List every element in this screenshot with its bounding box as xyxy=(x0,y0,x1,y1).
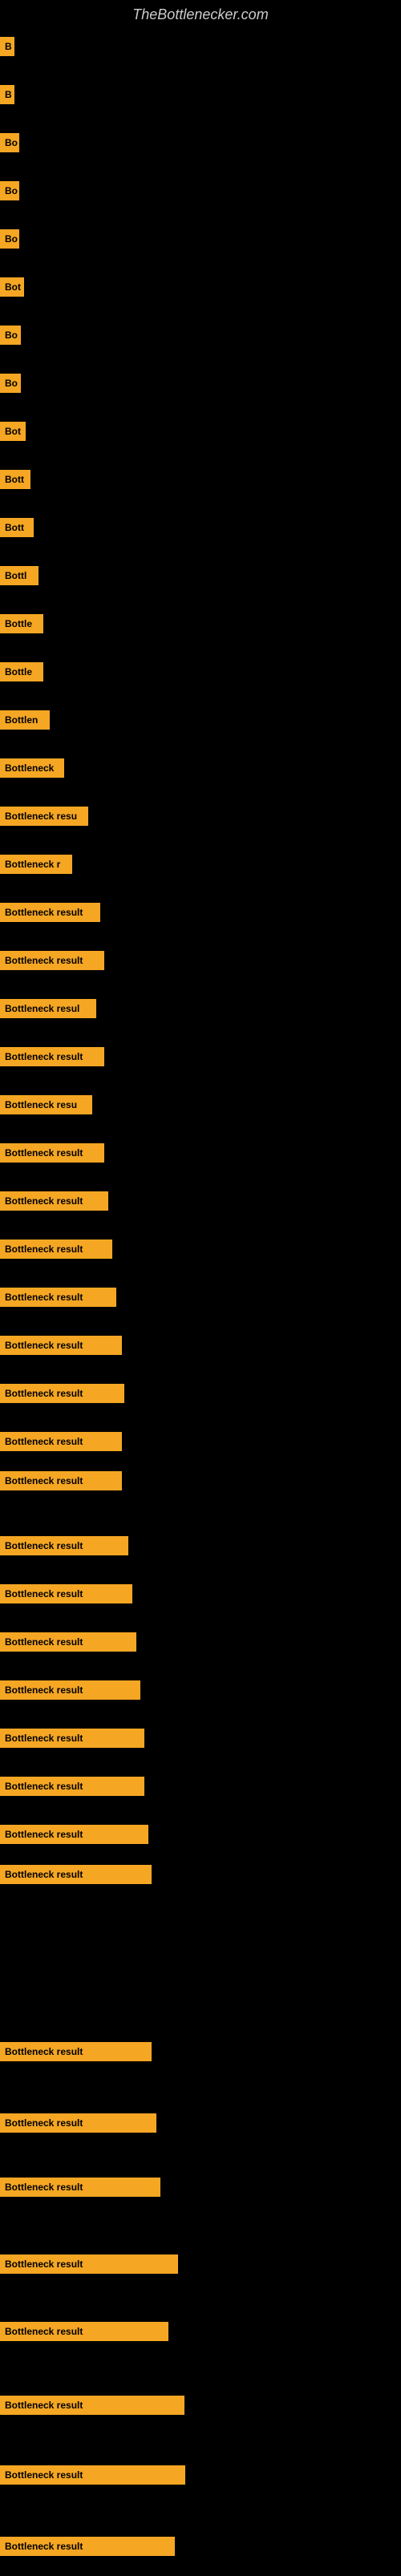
list-item: Bottleneck result xyxy=(0,1285,401,1309)
list-item: Bottlen xyxy=(0,708,401,732)
bottleneck-label: Bottleneck result xyxy=(0,1865,152,1884)
list-item: Bottleneck result xyxy=(0,2534,401,2558)
list-item: Bottleneck r xyxy=(0,852,401,876)
list-item: Bottleneck result xyxy=(0,1862,401,1887)
list-item: B xyxy=(0,34,401,59)
bottleneck-label: Bottleneck xyxy=(0,758,64,778)
list-item: Bottleneck result xyxy=(0,1381,401,1405)
items-container: B B Bo Bo Bo Bot Bo Bo Bot Bott Bott Bottl Bottle Bot… xyxy=(0,26,401,2576)
bottleneck-label: Bottleneck result xyxy=(0,1471,122,1490)
bottleneck-label: Bottleneck result xyxy=(0,1143,104,1163)
bottleneck-label: Bottleneck resu xyxy=(0,807,88,826)
bottleneck-label: Bo xyxy=(0,133,19,152)
list-item: Bottleneck result xyxy=(0,2175,401,2199)
list-item: Bott xyxy=(0,467,401,491)
bottleneck-label: Bottleneck result xyxy=(0,1729,144,1748)
list-item: Bottleneck result xyxy=(0,1333,401,1357)
bottleneck-label: Bottleneck result xyxy=(0,951,104,970)
bottleneck-label: Bottleneck result xyxy=(0,2537,175,2556)
bottleneck-label: Bottleneck result xyxy=(0,1336,122,1355)
bottleneck-label: Bo xyxy=(0,374,21,393)
bottleneck-label: Bottleneck result xyxy=(0,1777,144,1796)
list-item: Bottleneck result xyxy=(0,2252,401,2276)
list-item: B xyxy=(0,83,401,107)
list-item: Bottleneck result xyxy=(0,1678,401,1702)
list-item: Bottleneck result xyxy=(0,1534,401,1558)
list-item: Bottleneck result xyxy=(0,2393,401,2417)
list-item: Bot xyxy=(0,419,401,443)
bottleneck-label: Bottleneck result xyxy=(0,1825,148,1844)
bottleneck-label: Bo xyxy=(0,326,21,345)
bottleneck-label: Bottle xyxy=(0,614,43,633)
bottleneck-label: Bottleneck result xyxy=(0,2396,184,2415)
list-item: Bottleneck result xyxy=(0,1822,401,1846)
list-item: Bottl xyxy=(0,564,401,588)
bottleneck-label: Bottleneck result xyxy=(0,1047,104,1066)
bottleneck-label: Bottleneck r xyxy=(0,855,72,874)
list-item: Bottleneck result xyxy=(0,1469,401,1493)
bottleneck-label: Bottleneck result xyxy=(0,2322,168,2341)
list-item: Bot xyxy=(0,275,401,299)
bottleneck-label: Bott xyxy=(0,470,30,489)
list-item: Bottleneck result xyxy=(0,1582,401,1606)
list-item: Bottleneck result xyxy=(0,2040,401,2064)
bottleneck-label: Bottlen xyxy=(0,710,50,730)
list-item: Bottleneck result xyxy=(0,2319,401,2343)
list-item: Bottleneck result xyxy=(0,1189,401,1213)
bottleneck-label: Bottleneck result xyxy=(0,2042,152,2061)
list-item: Bott xyxy=(0,516,401,540)
list-item: Bottle xyxy=(0,660,401,684)
bottleneck-label: Bottleneck resu xyxy=(0,1095,92,1114)
list-item: Bo xyxy=(0,131,401,155)
list-item: Bottleneck result xyxy=(0,948,401,973)
bottleneck-label: Bot xyxy=(0,422,26,441)
bottleneck-label: Bo xyxy=(0,181,19,200)
list-item: Bottleneck result xyxy=(0,2463,401,2487)
list-item: Bottleneck result xyxy=(0,1430,401,1454)
bottleneck-label: Bottleneck result xyxy=(0,1680,140,1700)
list-item: Bo xyxy=(0,323,401,347)
list-item: Bottleneck resu xyxy=(0,1093,401,1117)
list-item: Bo xyxy=(0,179,401,203)
bottleneck-label: Bottleneck result xyxy=(0,2465,185,2485)
site-title: TheBottlenecker.com xyxy=(0,0,401,26)
list-item: Bottleneck result xyxy=(0,1774,401,1798)
bottleneck-label: Bottleneck result xyxy=(0,1632,136,1652)
list-item: Bottleneck result xyxy=(0,1141,401,1165)
list-item: Bo xyxy=(0,227,401,251)
bottleneck-label: Bottleneck result xyxy=(0,1239,112,1259)
bottleneck-label: Bottleneck result xyxy=(0,1288,116,1307)
bottleneck-label: Bott xyxy=(0,518,34,537)
bottleneck-label: Bottleneck result xyxy=(0,2113,156,2133)
list-item: Bottleneck xyxy=(0,756,401,780)
bottleneck-label: Bottle xyxy=(0,662,43,681)
list-item: Bottleneck result xyxy=(0,2111,401,2135)
list-item: Bottle xyxy=(0,612,401,636)
bottleneck-label: Bottleneck result xyxy=(0,2178,160,2197)
list-item: Bottleneck result xyxy=(0,1726,401,1750)
list-item: Bottleneck result xyxy=(0,1630,401,1654)
bottleneck-label: Bottleneck result xyxy=(0,1536,128,1555)
list-item: Bo xyxy=(0,371,401,395)
bottleneck-label: Bot xyxy=(0,277,24,297)
bottleneck-label: Bottleneck result xyxy=(0,1432,122,1451)
bottleneck-label: Bottleneck result xyxy=(0,1584,132,1603)
bottleneck-label: Bottleneck result xyxy=(0,2255,178,2274)
list-item: Bottleneck result xyxy=(0,1045,401,1069)
list-item: Bottleneck resu xyxy=(0,804,401,828)
list-item: Bottleneck result xyxy=(0,1237,401,1261)
list-item: Bottleneck result xyxy=(0,900,401,924)
bottleneck-label: Bottleneck resul xyxy=(0,999,96,1018)
bottleneck-label: Bo xyxy=(0,229,19,249)
list-item: Bottleneck resul xyxy=(0,997,401,1021)
bottleneck-label: B xyxy=(0,37,14,56)
bottleneck-label: Bottleneck result xyxy=(0,1191,108,1211)
bottleneck-label: Bottleneck result xyxy=(0,1384,124,1403)
bottleneck-label: B xyxy=(0,85,14,104)
bottleneck-label: Bottleneck result xyxy=(0,903,100,922)
bottleneck-label: Bottl xyxy=(0,566,38,585)
